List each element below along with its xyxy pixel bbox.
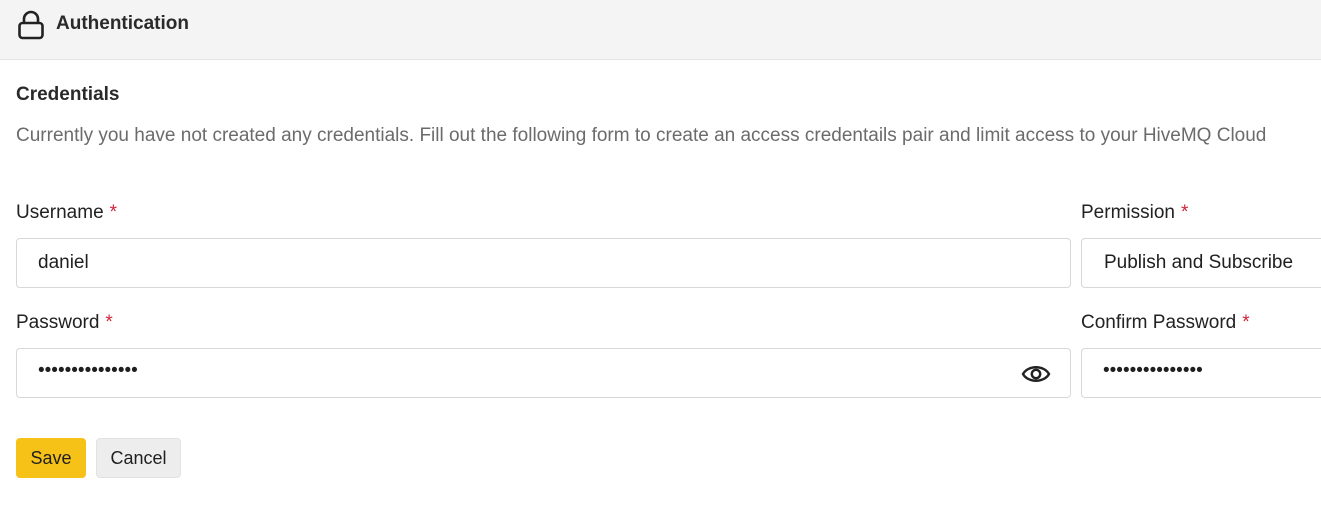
required-mark: * [105,312,113,333]
confirm-password-label: Confirm Password * [1081,312,1250,334]
header-title: Authentication [56,13,189,34]
username-label-text: Username [16,202,104,223]
save-button[interactable]: Save [16,438,86,478]
cancel-button[interactable]: Cancel [96,438,181,478]
permission-value: Publish and Subscribe [1104,252,1294,273]
credentials-description: Currently you have not created any crede… [16,125,1267,146]
password-input[interactable]: ••••••••••••••• [16,348,1071,398]
permission-select[interactable]: Publish and Subscribe [1081,238,1321,288]
confirm-password-value: ••••••••••••••• [1103,360,1203,381]
required-mark: * [1242,312,1250,333]
section-header: Authentication [0,0,1321,60]
required-mark: * [109,202,118,223]
password-value: ••••••••••••••• [38,360,138,381]
eye-icon[interactable] [1021,361,1051,387]
username-label: Username * [16,202,117,224]
username-value: daniel [38,252,89,273]
confirm-password-label-text: Confirm Password [1081,312,1237,333]
permission-label-text: Permission [1081,202,1175,223]
password-label-text: Password [16,312,100,333]
password-label: Password * [16,312,113,334]
username-input[interactable]: daniel [16,238,1071,288]
credentials-title: Credentials [16,84,120,105]
permission-label: Permission * [1081,202,1188,224]
lock-icon [17,10,45,40]
confirm-password-input[interactable]: ••••••••••••••• [1081,348,1321,398]
required-mark: * [1180,202,1189,223]
